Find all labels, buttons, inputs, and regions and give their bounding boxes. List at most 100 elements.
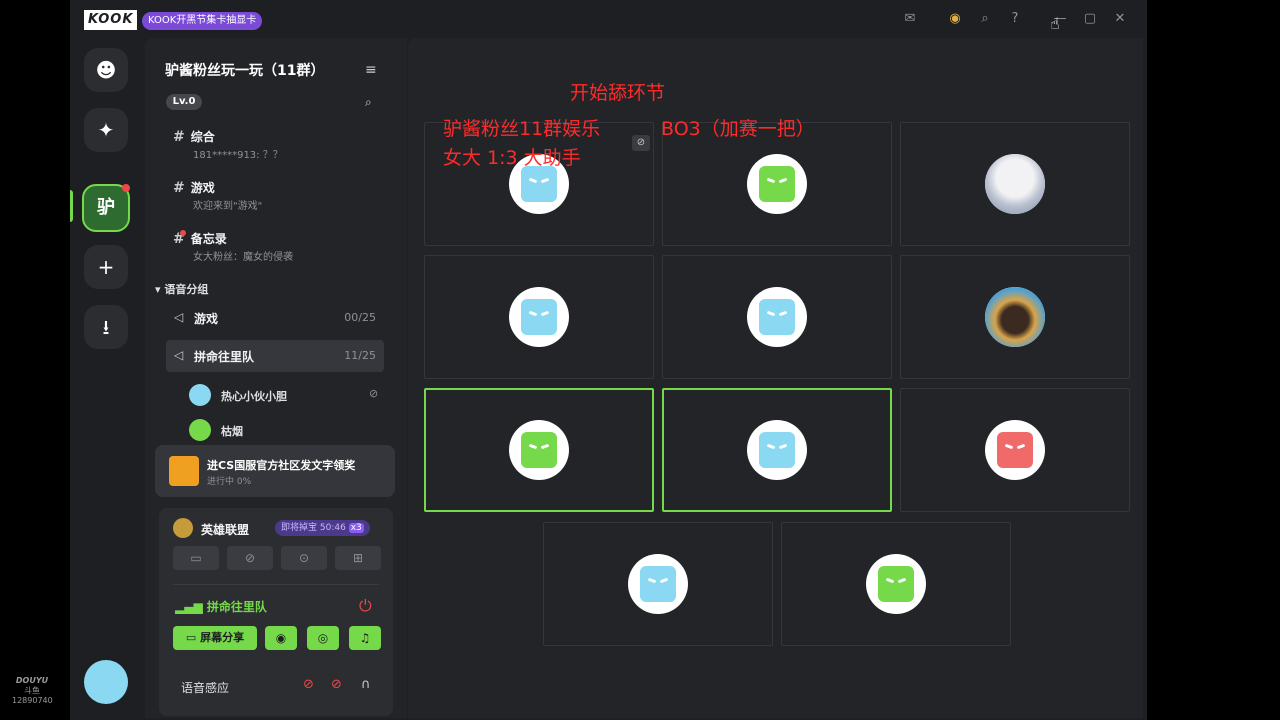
discover-button[interactable]: ✦ <box>84 108 128 152</box>
download-icon: ⭳ <box>102 315 110 339</box>
menu-icon[interactable]: ≡ <box>365 62 377 78</box>
channel-preview: 女大粉丝：魔女的侵袭 <box>193 252 293 263</box>
game-voice-card: 英雄联盟 即将掉宝 50:46 x3 ▭ ⊘ ⊙ ⊞ ▂▄▆ 拼命往里队 ⏻ ▭… <box>159 508 393 716</box>
notification-dot <box>122 184 130 192</box>
event-banner[interactable]: 进CS国服官方社区发文字领奖 进行中 0% <box>155 445 395 497</box>
league-of-legends-icon <box>173 518 193 538</box>
user-avatar[interactable] <box>84 660 128 704</box>
participant-tile-speaking[interactable] <box>424 388 654 512</box>
participant-tile[interactable] <box>900 388 1130 512</box>
overlay-off-button[interactable]: ⊘ <box>227 546 273 570</box>
headphones-icon[interactable]: ∩ <box>361 677 371 692</box>
direct-messages-button[interactable]: ☻ <box>84 48 128 92</box>
screen-share-button[interactable]: ▭ 屏幕分享 <box>173 626 257 650</box>
voice-channel-team[interactable]: ◁ 拼命往里队 11/25 <box>166 340 384 372</box>
server-initial: 驴 <box>97 197 115 218</box>
voice-activation-label[interactable]: 语音感应 <box>181 679 229 696</box>
active-server-indicator <box>70 190 73 222</box>
disconnect-icon[interactable]: ⏻ <box>359 596 372 616</box>
promo-badge[interactable]: KOOK开黑节集卡抽显卡 <box>142 12 263 30</box>
mic-muted-icon: ⊘ <box>632 135 650 151</box>
server-name[interactable]: 驴酱粉丝玩一玩（11群） <box>165 60 324 80</box>
channel-item-games[interactable]: # 游戏 欢迎来到"游戏" <box>173 177 262 212</box>
avatar <box>985 154 1045 214</box>
overlay-text-title: 开始舔环节 <box>570 82 666 104</box>
channel-item-general[interactable]: # 综合 181*****913: ？？ <box>173 126 283 161</box>
voice-channel-count: 00/25 <box>344 311 376 324</box>
inbox-icon[interactable]: ✉ <box>901 10 919 28</box>
apps-button[interactable]: ⊞ <box>335 546 381 570</box>
participant-tile[interactable] <box>424 255 654 379</box>
voice-channel-games[interactable]: ◁ 游戏 00/25 <box>166 302 384 334</box>
gamepad-button[interactable]: ⊙ <box>281 546 327 570</box>
music-button[interactable]: ♫ <box>349 626 381 650</box>
voice-channel-name: 游戏 <box>194 312 219 326</box>
kook-app-window: KOOK KOOK开黑节集卡抽显卡 ✉ ◉ ⌕ ? — ▢ ✕ ☻ ✦ 驴 + … <box>70 0 1147 720</box>
cs-logo-icon <box>169 456 199 486</box>
participant-tile[interactable] <box>543 522 773 646</box>
recording-button[interactable]: ◉ <box>265 626 297 650</box>
default-face-icon <box>521 299 557 335</box>
sparkle-icon: ✦ <box>97 118 115 142</box>
maximize-icon[interactable]: ▢ <box>1081 10 1099 28</box>
voice-group-title: 语音分组 <box>164 283 209 296</box>
avatar <box>189 384 211 406</box>
voice-channel-count: 11/25 <box>344 349 376 362</box>
hash-icon: # <box>173 129 185 145</box>
hash-icon: # <box>173 180 185 196</box>
camera-off-icon[interactable]: ⊘ <box>303 677 314 692</box>
cursor-icon: ☝ <box>1050 14 1060 33</box>
mic-muted-icon: ⊘ <box>369 387 379 400</box>
watermark-room: 12890740 <box>12 696 53 705</box>
voice-channel-name: 拼命往里队 <box>194 350 255 364</box>
watermark-sub: 斗鱼 <box>24 686 40 695</box>
member-name: 枯烟 <box>221 425 243 438</box>
avatar <box>747 154 807 214</box>
soundboard-button[interactable]: ◎ <box>307 626 339 650</box>
speaker-icon: ◁ <box>174 348 184 362</box>
default-face-icon <box>878 566 914 602</box>
avatar <box>509 287 569 347</box>
search-icon[interactable]: ⌕ <box>365 95 372 110</box>
participant-tile-speaking[interactable] <box>662 388 892 512</box>
avatar <box>747 287 807 347</box>
overlay-text-score: 女大 1:3 大助手 <box>443 147 581 169</box>
participant-tile[interactable] <box>662 255 892 379</box>
server-level-badge: Lv.0 <box>166 94 202 110</box>
download-button[interactable]: ⭳ <box>84 305 128 349</box>
signal-icon: ▂▄▆ <box>175 600 203 614</box>
watermark-brand: DOUYU <box>15 676 49 685</box>
default-face-icon <box>997 432 1033 468</box>
avatar <box>189 419 211 441</box>
chat-icon: ☻ <box>95 58 117 82</box>
anime-avatar-photo <box>985 154 1045 214</box>
title-bar: KOOK KOOK开黑节集卡抽显卡 ✉ ◉ ⌕ ? — ▢ ✕ <box>70 0 1147 38</box>
game-name: 英雄联盟 <box>201 523 250 537</box>
close-icon[interactable]: ✕ <box>1111 10 1129 28</box>
help-icon[interactable]: ? <box>1006 10 1024 28</box>
add-server-button[interactable]: + <box>84 245 128 289</box>
participant-tile[interactable] <box>900 122 1130 246</box>
participant-tile[interactable] <box>781 522 1011 646</box>
connected-channel-name: 拼命往里队 <box>206 600 267 614</box>
default-face-icon <box>759 432 795 468</box>
channel-panel: 驴酱粉丝玩一玩（11群） ≡ Lv.0 ⌕ # 综合 181*****913: ？… <box>145 38 407 718</box>
avatar <box>747 420 807 480</box>
voice-group-header[interactable]: ▾ 语音分组 <box>155 281 208 297</box>
stream-game-button[interactable]: ▭ <box>173 546 219 570</box>
avatar <box>866 554 926 614</box>
channel-preview: 181*****913: ？？ <box>193 150 283 161</box>
drop-multiplier: x3 <box>348 523 364 533</box>
gift-icon[interactable]: ◉ <box>946 10 964 28</box>
participant-tile[interactable] <box>900 255 1130 379</box>
default-face-icon <box>521 166 557 202</box>
unread-dot <box>180 230 186 236</box>
default-face-icon <box>759 299 795 335</box>
drop-badge[interactable]: 即将掉宝 50:46 x3 <box>275 520 370 536</box>
mic-muted-icon[interactable]: ⊘ <box>331 677 342 692</box>
screen-share-label: 屏幕分享 <box>200 631 245 644</box>
divider <box>173 584 379 585</box>
banner-title: 进CS国服官方社区发文字领奖 <box>207 459 356 472</box>
search-icon[interactable]: ⌕ <box>976 10 994 28</box>
banner-progress: 进行中 0% <box>207 477 252 487</box>
